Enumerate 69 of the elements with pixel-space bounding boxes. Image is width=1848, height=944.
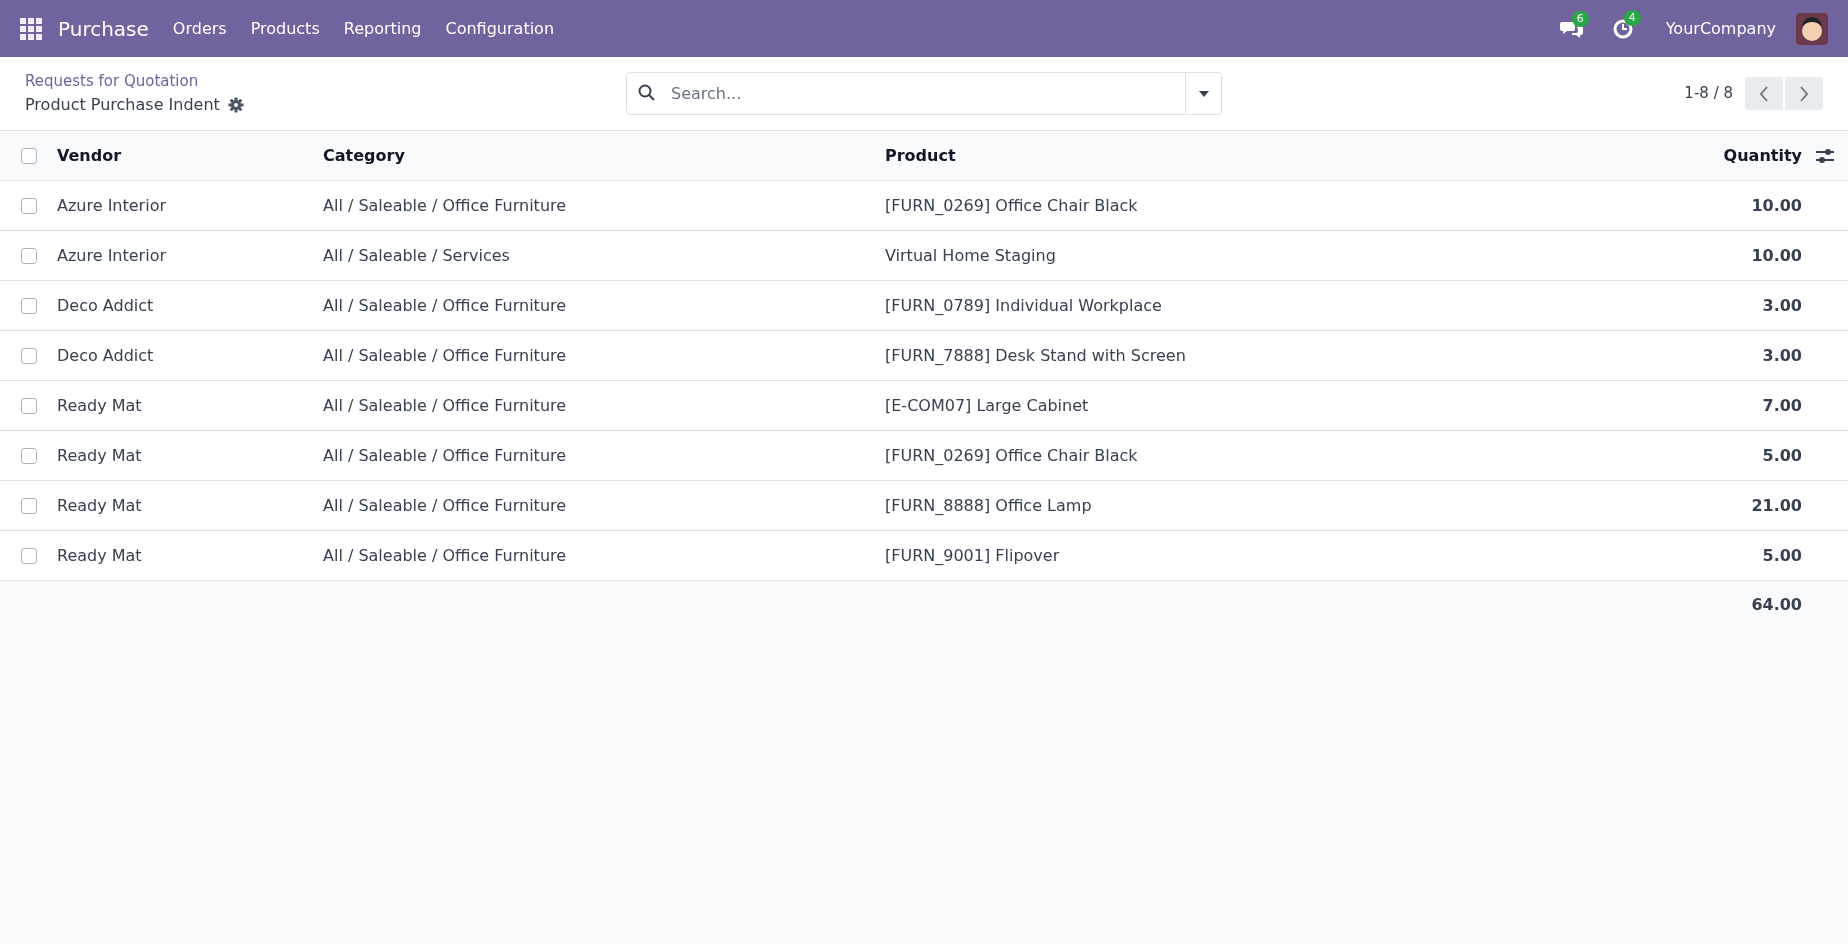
checkbox[interactable] (21, 297, 37, 314)
table-cell: All / Saleable / Office Furniture (323, 395, 567, 415)
table-cell: [FURN_0269] Office Chair Black (885, 445, 1138, 465)
breadcrumb-link[interactable]: Requests for Quotation (25, 70, 625, 93)
table-cell: All / Saleable / Office Furniture (323, 345, 567, 365)
column-header[interactable]: Product (885, 145, 956, 165)
table-cell: 5.00 (1762, 445, 1802, 465)
table-cell: [FURN_8888] Office Lamp (885, 495, 1092, 515)
table-cell: 3.00 (1762, 295, 1802, 315)
activity-count-badge: 4 (1623, 9, 1641, 26)
checkbox[interactable] (21, 247, 37, 264)
menu-item[interactable]: Configuration (445, 16, 555, 41)
table-cell: [FURN_0269] Office Chair Black (885, 195, 1138, 215)
previous-page-button[interactable] (1745, 77, 1783, 110)
search-field[interactable]: Search... (626, 72, 1186, 115)
table-cell: All / Saleable / Office Furniture (323, 445, 567, 465)
filter-dropdown-button[interactable] (1186, 72, 1222, 115)
apps-grid-icon[interactable] (20, 17, 42, 40)
table-cell: [E-COM07] Large Cabinet (885, 395, 1089, 415)
table-cell: Ready Mat (57, 445, 142, 465)
caret-icon (1198, 90, 1209, 97)
table-cell: Deco Addict (57, 345, 154, 365)
column-header[interactable]: Category (323, 145, 405, 165)
menu-item[interactable]: Products (250, 16, 320, 41)
table-cell: Virtual Home Staging (885, 245, 1056, 265)
checkbox[interactable] (21, 197, 37, 214)
table-cell: Azure Interior (57, 195, 166, 215)
table-cell: All / Saleable / Services (323, 245, 510, 265)
table-cell: Azure Interior (57, 245, 166, 265)
table-cell: Ready Mat (57, 495, 142, 515)
chevron-right-icon (1799, 85, 1809, 102)
table-cell: Ready Mat (57, 395, 142, 415)
column-header[interactable]: Quantity (1723, 145, 1802, 165)
menu-item[interactable]: Reporting (343, 16, 422, 41)
checkbox[interactable] (21, 547, 37, 564)
table-cell: All / Saleable / Office Furniture (323, 495, 567, 515)
table-cell: [FURN_7888] Desk Stand with Screen (885, 345, 1186, 365)
next-page-button[interactable] (1785, 77, 1823, 110)
app-name[interactable]: Purchase (58, 13, 149, 44)
total-quantity: 64.00 (1751, 595, 1802, 614)
table-cell: Deco Addict (57, 295, 154, 315)
table-cell: All / Saleable / Office Furniture (323, 545, 567, 565)
table-cell: 3.00 (1762, 345, 1802, 365)
table-cell: 10.00 (1751, 245, 1802, 265)
table-cell: Ready Mat (57, 545, 142, 565)
table-cell: 21.00 (1751, 495, 1802, 515)
table-cell: [FURN_9001] Flipover (885, 545, 1060, 565)
chevron-left-icon (1759, 85, 1769, 102)
company-name[interactable]: YourCompany (1665, 16, 1776, 41)
table-cell: 7.00 (1762, 395, 1802, 415)
checkbox[interactable] (21, 147, 37, 164)
settings-icon[interactable] (227, 96, 244, 113)
checkbox[interactable] (21, 497, 37, 514)
menu-item[interactable]: Orders (172, 16, 227, 41)
checkbox[interactable] (21, 447, 37, 464)
column-header[interactable]: Vendor (57, 145, 122, 165)
table-cell: All / Saleable / Office Furniture (323, 195, 567, 215)
search-icon (638, 84, 656, 102)
avatar-icon[interactable] (1796, 12, 1828, 45)
message-count-badge: 6 (1571, 10, 1589, 27)
table-cell: [FURN_0789] Individual Workplace (885, 295, 1162, 315)
table-cell: 5.00 (1762, 545, 1802, 565)
pager-value[interactable]: 1-8 / 8 (1684, 82, 1733, 105)
table-cell: 10.00 (1751, 195, 1802, 215)
checkbox[interactable] (21, 347, 37, 364)
table-cell: All / Saleable / Office Furniture (323, 295, 567, 315)
page-title: Product Purchase Indent (25, 93, 220, 116)
sliders-icon[interactable] (1816, 147, 1834, 164)
checkbox[interactable] (21, 397, 37, 414)
